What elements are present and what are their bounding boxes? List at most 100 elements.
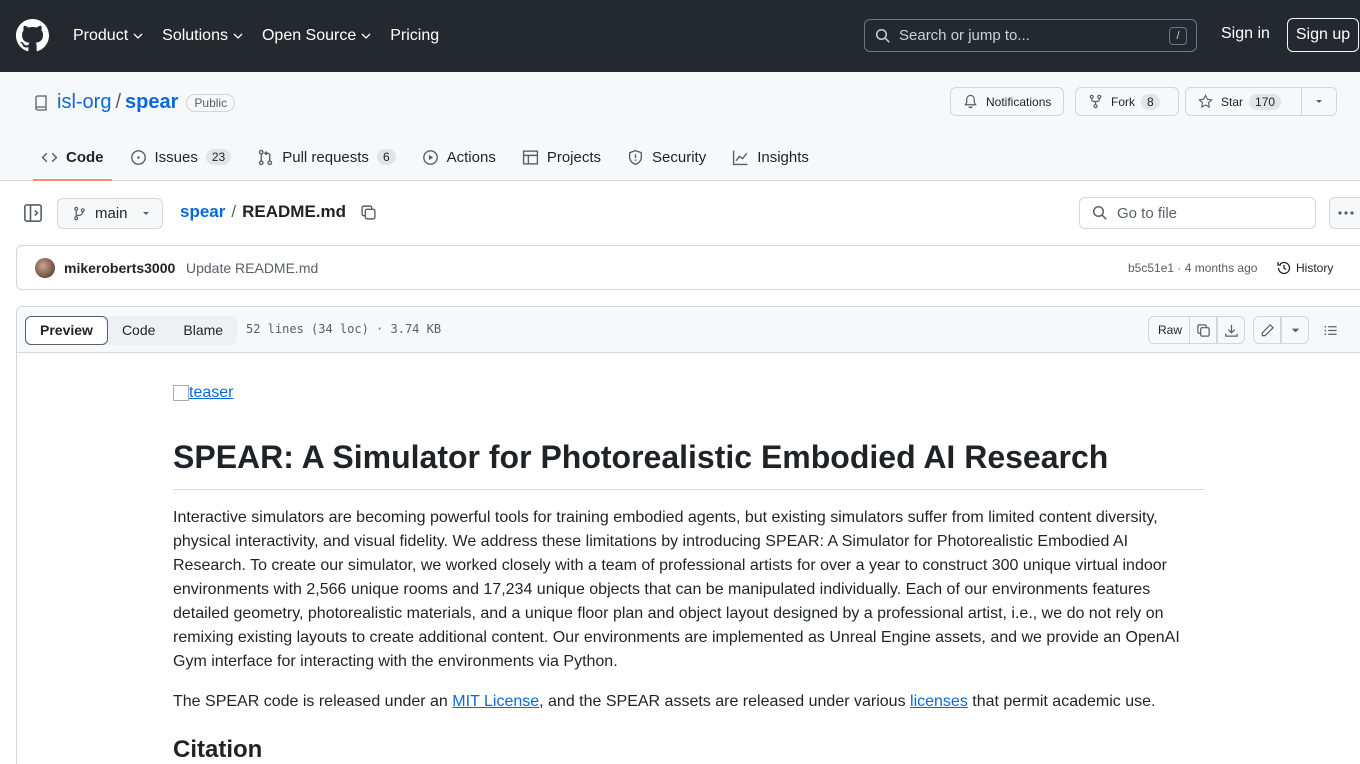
pencil-icon xyxy=(1261,323,1274,336)
mit-license-link[interactable]: MIT License xyxy=(452,693,539,710)
kebab-horizontal-icon xyxy=(1338,211,1354,215)
go-to-file-input[interactable]: Go to file xyxy=(1079,197,1316,229)
tab-insights[interactable]: Insights xyxy=(724,144,817,181)
nav-solutions-label: Solutions xyxy=(162,27,228,44)
search-icon xyxy=(875,28,890,43)
tab-actions-label: Actions xyxy=(446,149,496,166)
notifications-button[interactable]: Notifications xyxy=(950,87,1065,116)
graph-icon xyxy=(733,150,748,166)
triangle-down-icon xyxy=(1291,328,1299,332)
download-button[interactable] xyxy=(1217,316,1245,344)
tab-insights-label: Insights xyxy=(757,149,809,166)
citation-heading: Citation xyxy=(173,736,263,763)
star-count: 170 xyxy=(1249,93,1282,110)
tab-code[interactable]: Code xyxy=(33,144,112,181)
teaser-alt-text: teaser xyxy=(189,384,234,401)
license-text-b: , and the SPEAR assets are released unde… xyxy=(539,693,911,710)
commit-sha-time[interactable]: b5c51e1 · 4 months ago xyxy=(1128,261,1257,275)
tab-code-label: Code xyxy=(66,149,104,166)
fork-button[interactable]: Fork 8 xyxy=(1075,87,1179,116)
repo-owner-link[interactable]: isl-org xyxy=(57,91,111,114)
nav-product[interactable]: Product xyxy=(73,24,144,48)
github-logo-icon[interactable] xyxy=(16,19,49,52)
chevron-down-icon xyxy=(133,33,143,39)
fork-icon xyxy=(1089,94,1102,109)
readme-intro-paragraph: Interactive simulators are becoming powe… xyxy=(173,509,1180,670)
chevron-down-icon xyxy=(361,33,371,39)
tab-pull-requests[interactable]: Pull requests 6 xyxy=(249,144,403,181)
copy-icon[interactable] xyxy=(360,204,377,221)
code-view-tab[interactable]: Code xyxy=(108,316,169,345)
repo-name-link[interactable]: spear xyxy=(125,91,178,114)
list-unordered-icon xyxy=(1324,325,1337,335)
star-icon xyxy=(1198,94,1213,109)
view-mode-segmented-control: Preview Code Blame xyxy=(25,316,238,345)
repo-tabs: Code Issues 23 Pull requests 6 Actions P… xyxy=(33,144,827,181)
tab-issues[interactable]: Issues 23 xyxy=(122,144,240,181)
nav-pricing-label: Pricing xyxy=(390,27,440,44)
tab-actions[interactable]: Actions xyxy=(414,144,504,181)
copy-raw-button[interactable] xyxy=(1189,316,1217,344)
nav-product-label: Product xyxy=(73,27,129,44)
go-to-file-placeholder: Go to file xyxy=(1117,204,1178,222)
commit-author-link[interactable]: mikeroberts3000 xyxy=(64,260,175,276)
history-button[interactable]: History xyxy=(1276,260,1333,276)
bell-icon xyxy=(964,94,977,109)
tab-security[interactable]: Security xyxy=(619,144,714,181)
repo-title-separator: / xyxy=(115,91,122,113)
sign-in-link[interactable]: Sign in xyxy=(1221,25,1270,43)
license-text-a: The SPEAR code is released under an xyxy=(173,693,453,710)
fork-count: 8 xyxy=(1141,93,1160,110)
nav-open-source[interactable]: Open Source xyxy=(262,24,372,48)
breadcrumb-separator: / xyxy=(231,202,237,221)
nav-open-source-label: Open Source xyxy=(261,27,357,44)
readme-body: teaser SPEAR: A Simulator for Photoreali… xyxy=(173,384,1205,764)
breadcrumb-repo-link[interactable]: spear xyxy=(180,202,225,222)
shield-icon xyxy=(628,149,643,166)
readme-license-paragraph: The SPEAR code is released under an MIT … xyxy=(173,690,1205,714)
global-search-input[interactable]: Search or jump to... / xyxy=(864,19,1197,52)
teaser-image-link[interactable]: teaser xyxy=(173,384,1205,402)
sign-up-button[interactable]: Sign up xyxy=(1287,18,1359,52)
breadcrumb-file: README.md xyxy=(242,202,347,221)
edit-options-dropdown[interactable] xyxy=(1281,316,1309,344)
nav-pricing[interactable]: Pricing xyxy=(390,24,439,48)
breadcrumb: spear / README.md xyxy=(180,202,377,222)
repo-icon xyxy=(35,94,47,111)
notifications-label: Notifications xyxy=(986,94,1052,109)
copy-icon xyxy=(1196,323,1210,337)
chevron-down-icon xyxy=(233,33,243,39)
more-options-button[interactable] xyxy=(1329,197,1360,229)
edit-file-button[interactable] xyxy=(1253,316,1281,344)
tab-pull-requests-count: 6 xyxy=(376,149,396,165)
preview-tab[interactable]: Preview xyxy=(25,316,108,345)
file-line-info: 52 lines (34 loc) · 3.74 KB xyxy=(246,322,442,336)
nav-solutions[interactable]: Solutions xyxy=(162,24,244,48)
branch-selector[interactable]: main xyxy=(57,198,163,229)
repo-header: isl-org / spear Public Notifications For… xyxy=(0,72,1360,181)
tab-projects[interactable]: Projects xyxy=(514,144,609,181)
outline-button[interactable] xyxy=(1316,316,1344,344)
star-list-dropdown[interactable] xyxy=(1301,87,1337,116)
latest-commit-bar: mikeroberts3000 Update README.md b5c51e1… xyxy=(16,245,1360,290)
visibility-badge: Public xyxy=(186,93,236,112)
blame-tab[interactable]: Blame xyxy=(169,316,237,345)
star-button[interactable]: Star 170 xyxy=(1185,87,1302,116)
commit-message-link[interactable]: Update README.md xyxy=(186,260,318,276)
search-shortcut-key: / xyxy=(1169,27,1187,45)
fork-label: Fork xyxy=(1111,94,1135,109)
tab-pull-requests-label: Pull requests xyxy=(282,149,369,166)
raw-button[interactable]: Raw xyxy=(1148,316,1193,344)
avatar[interactable] xyxy=(35,258,55,278)
history-icon xyxy=(1277,261,1291,275)
triangle-down-icon xyxy=(1316,100,1322,103)
file-header: Preview Code Blame 52 lines (34 loc) · 3… xyxy=(17,307,1360,353)
tab-security-label: Security xyxy=(652,149,707,166)
licenses-link[interactable]: licenses xyxy=(910,693,968,710)
search-icon xyxy=(1092,205,1107,220)
git-pull-request-icon xyxy=(259,149,273,166)
star-label: Star xyxy=(1221,94,1244,109)
history-label: History xyxy=(1296,261,1334,275)
sidebar-expand-icon[interactable] xyxy=(23,203,43,223)
play-icon xyxy=(422,150,438,165)
